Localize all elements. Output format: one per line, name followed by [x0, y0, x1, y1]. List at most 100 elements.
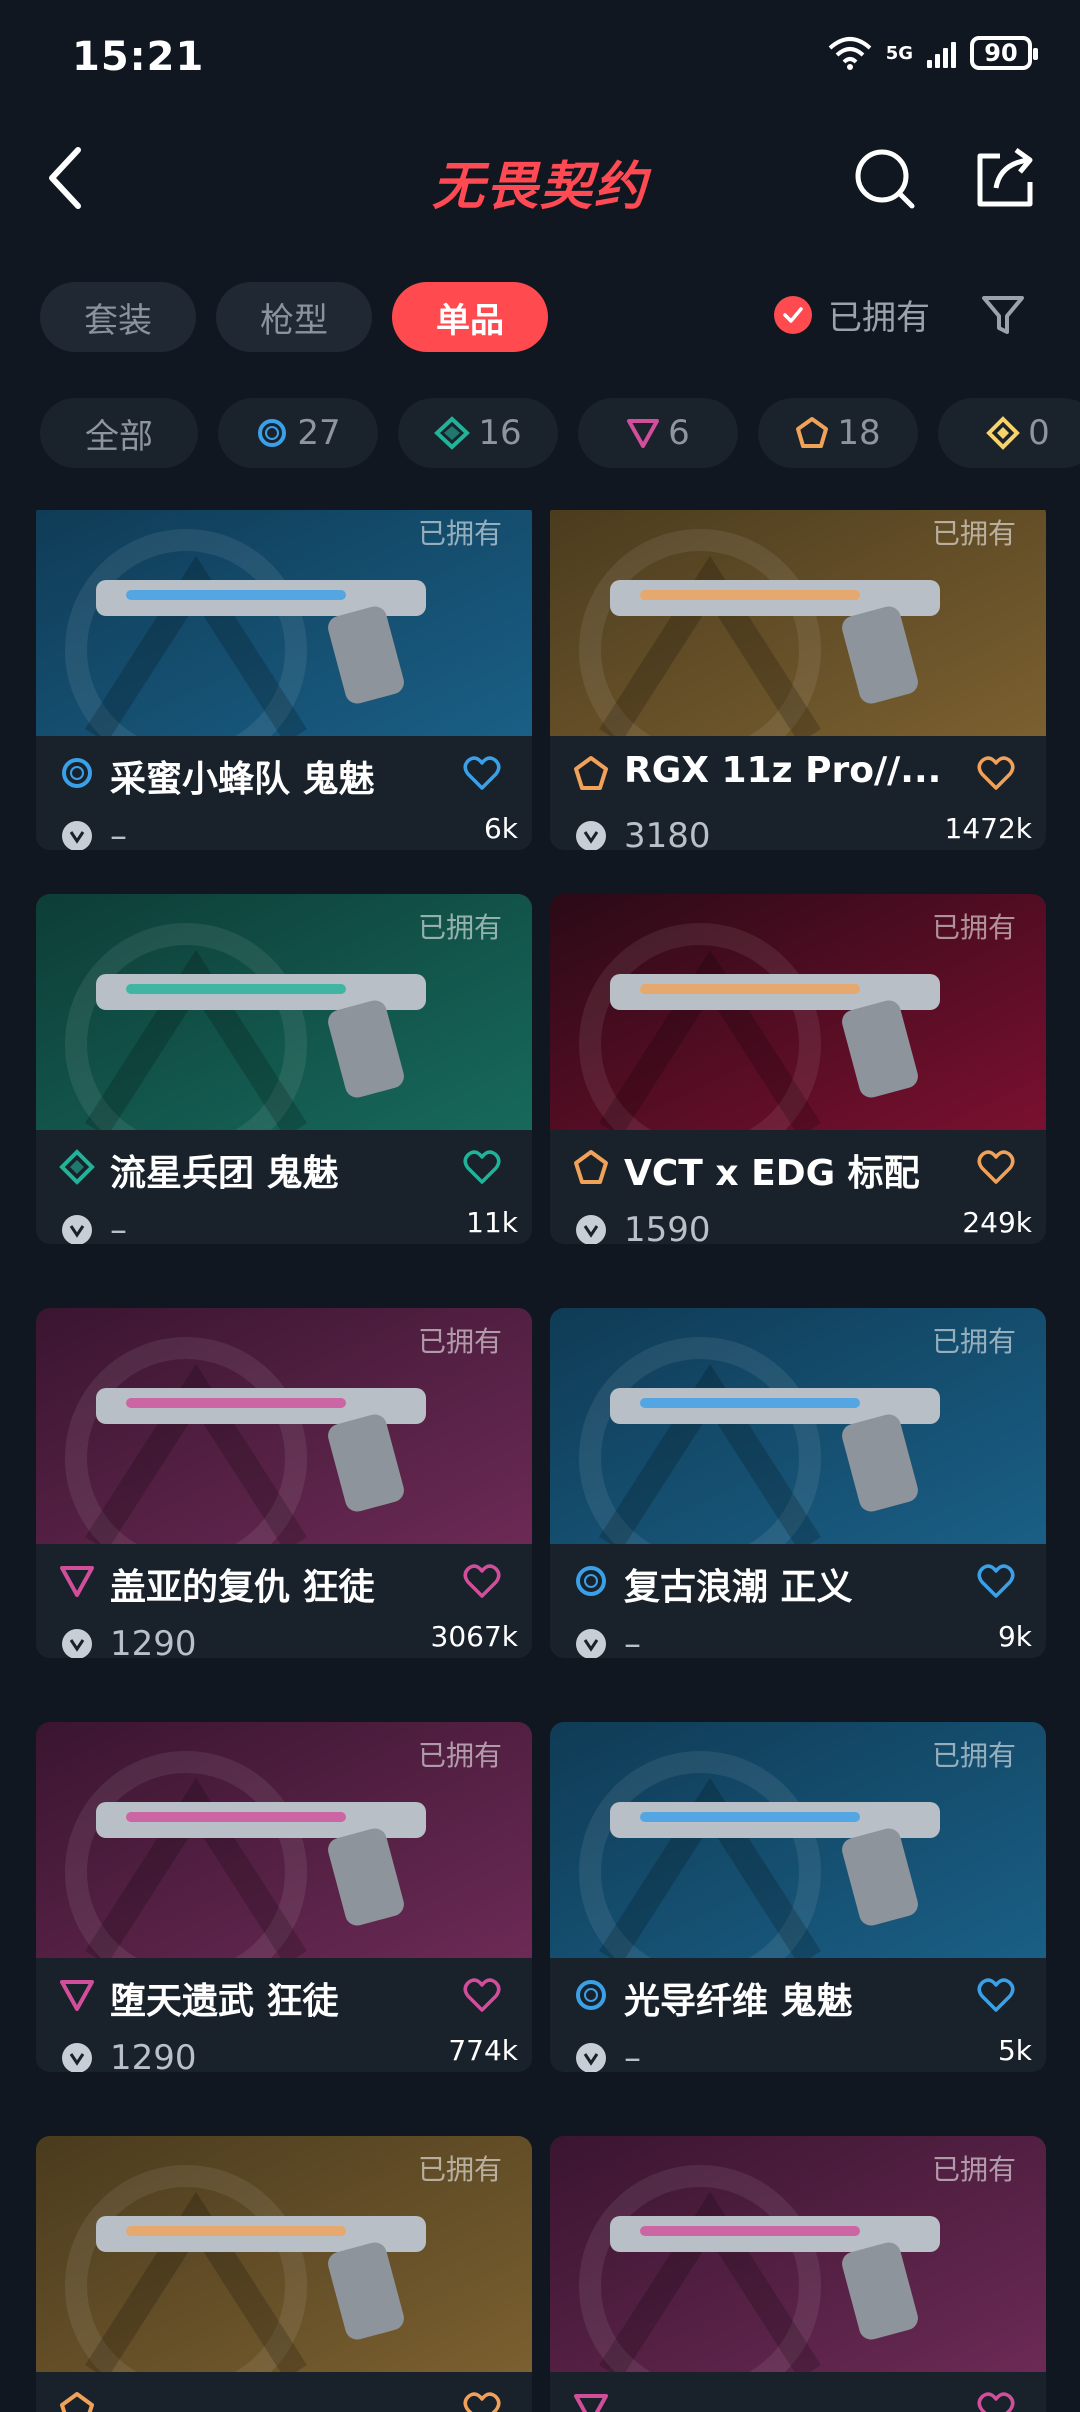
item-grid: 已拥有 采蜜小蜂队 鬼魅 6k – 已拥有 RGX 11z Pro//... 1472k 31… [36, 510, 1046, 2412]
like-count: 249k [962, 1206, 1032, 1239]
chip-all[interactable]: 全部 [40, 398, 198, 468]
item-name: RGX 11z Pro//... [624, 750, 942, 791]
item-name: 光导纤维 鬼魅 [624, 1981, 853, 2022]
select-rarity-icon [62, 758, 92, 788]
price: – [576, 1624, 641, 1658]
owned-toggle[interactable]: 已拥有 [774, 290, 930, 339]
item-name: 采蜜小蜂队 鬼魅 [110, 759, 375, 800]
tab-weapon-type[interactable]: 枪型 [216, 282, 372, 352]
like-count: 9k [997, 1620, 1032, 1653]
exclusive-rarity-icon [60, 2392, 94, 2412]
heart-icon[interactable] [462, 1562, 502, 1602]
heart-icon[interactable] [976, 1148, 1016, 1188]
deluxe-rarity-icon [59, 1149, 95, 1185]
battery-icon: 90 [970, 36, 1038, 70]
weapon-image: 已拥有 [36, 1722, 532, 1958]
share-icon[interactable] [970, 142, 1042, 214]
premium-rarity-icon [60, 1980, 94, 2011]
signal-icon [927, 38, 956, 68]
vp-currency-icon [576, 1629, 606, 1658]
price-value: – [110, 816, 127, 850]
tab-set[interactable]: 套装 [40, 282, 196, 352]
weapon-image: 已拥有 [550, 1722, 1046, 1958]
wifi-icon [828, 37, 872, 70]
owned-tag: 已拥有 [931, 517, 1016, 550]
price-value: – [624, 2038, 641, 2072]
category-tabs: 套装 枪型 单品 [40, 282, 548, 352]
price-value: – [624, 1624, 641, 1658]
item-card[interactable]: 已拥有 [36, 2136, 532, 2412]
owned-tag: 已拥有 [931, 2153, 1016, 2186]
heart-icon[interactable] [976, 1562, 1016, 1602]
chip-select[interactable]: 27 [218, 398, 378, 468]
item-card[interactable]: 已拥有 流星兵团 鬼魅 11k – [36, 894, 532, 1244]
exclusive-pentagon-icon [796, 417, 829, 448]
vp-currency-icon [576, 821, 606, 850]
vp-currency-icon [576, 2043, 606, 2072]
heart-icon[interactable] [976, 1976, 1016, 2016]
price-value: 1290 [110, 2038, 197, 2072]
status-time: 15:21 [72, 34, 205, 80]
select-rarity-icon [576, 1980, 606, 2010]
item-card[interactable]: 已拥有采蜜小蜂队 鬼魅 6k – [36, 510, 532, 850]
exclusive-rarity-icon [574, 1150, 608, 1184]
item-card[interactable]: 已拥有盖亚的复仇 狂徒 3067k 1290 [36, 1308, 532, 1658]
like-count: 1472k [944, 812, 1032, 845]
owned-tag: 已拥有 [931, 911, 1016, 944]
item-name: 盖亚的复仇 狂徒 [110, 1567, 375, 1608]
deluxe-diamond-icon [434, 416, 471, 450]
app-header: 无畏契约 [0, 120, 1080, 240]
chip-deluxe[interactable]: 16 [398, 398, 558, 468]
price: – [576, 2038, 641, 2072]
owned-tag: 已拥有 [931, 1739, 1016, 1772]
heart-icon[interactable] [976, 2390, 1016, 2412]
heart-icon[interactable] [462, 754, 502, 794]
weapon-image: 已拥有 [550, 894, 1046, 1130]
item-card[interactable]: 已拥有 RGX 11z Pro//... 1472k 3180 [550, 510, 1046, 850]
vp-currency-icon [576, 1215, 606, 1244]
weapon-image: 已拥有 [550, 1308, 1046, 1544]
owned-tag: 已拥有 [417, 911, 502, 944]
chip-exclusive[interactable]: 18 [758, 398, 918, 468]
heart-icon[interactable] [462, 1148, 502, 1188]
heart-icon[interactable] [462, 2390, 502, 2412]
heart-icon[interactable] [462, 1976, 502, 2016]
weapon-image: 已拥有 [550, 510, 1046, 736]
like-count: 6k [483, 812, 518, 845]
price: – [62, 816, 127, 850]
item-name: 复古浪潮 正义 [624, 1567, 853, 1608]
like-count: 3067k [430, 1620, 518, 1653]
item-name: VCT x EDG 标配 [624, 1153, 920, 1194]
price-value: 1590 [624, 1210, 711, 1244]
filter-icon[interactable] [978, 290, 1028, 340]
owned-tag: 已拥有 [417, 2153, 502, 2186]
price-value: 3180 [624, 816, 711, 850]
owned-tag: 已拥有 [417, 1325, 502, 1358]
owned-tag: 已拥有 [417, 1739, 502, 1772]
owned-tag: 已拥有 [417, 517, 502, 550]
price-value: – [110, 1210, 127, 1244]
network-type: 5G [885, 42, 913, 64]
chip-ultra[interactable]: 0 [938, 398, 1080, 468]
item-name: 堕天遗武 狂徒 [110, 1981, 339, 2022]
vp-currency-icon [62, 1215, 92, 1244]
status-bar: 15:21 5G 90 [0, 0, 1080, 120]
owned-tag: 已拥有 [931, 1325, 1016, 1358]
ultra-diamond-icon [986, 416, 1021, 450]
price-value: 1290 [110, 1624, 197, 1658]
heart-icon[interactable] [976, 754, 1016, 794]
search-icon[interactable] [850, 142, 922, 214]
item-card[interactable]: 已拥有 [550, 2136, 1046, 2412]
premium-rarity-icon [574, 2394, 608, 2412]
price: 1290 [62, 1624, 197, 1658]
vp-currency-icon [62, 2043, 92, 2072]
item-card[interactable]: 已拥有复古浪潮 正义 9k – [550, 1308, 1046, 1658]
chip-premium[interactable]: 6 [578, 398, 738, 468]
item-card[interactable]: 已拥有 光导纤维 鬼魅 5k – [550, 1722, 1046, 2072]
exclusive-rarity-icon [574, 756, 608, 790]
item-card[interactable]: 已拥有堕天遗武 狂徒 774k 1290 [36, 1722, 532, 2072]
item-name: 流星兵团 鬼魅 [110, 1153, 339, 1194]
like-count: 774k [448, 2034, 518, 2067]
item-card[interactable]: 已拥有 VCT x EDG 标配 249k 1590 [550, 894, 1046, 1244]
tab-single-item[interactable]: 单品 [392, 282, 548, 352]
